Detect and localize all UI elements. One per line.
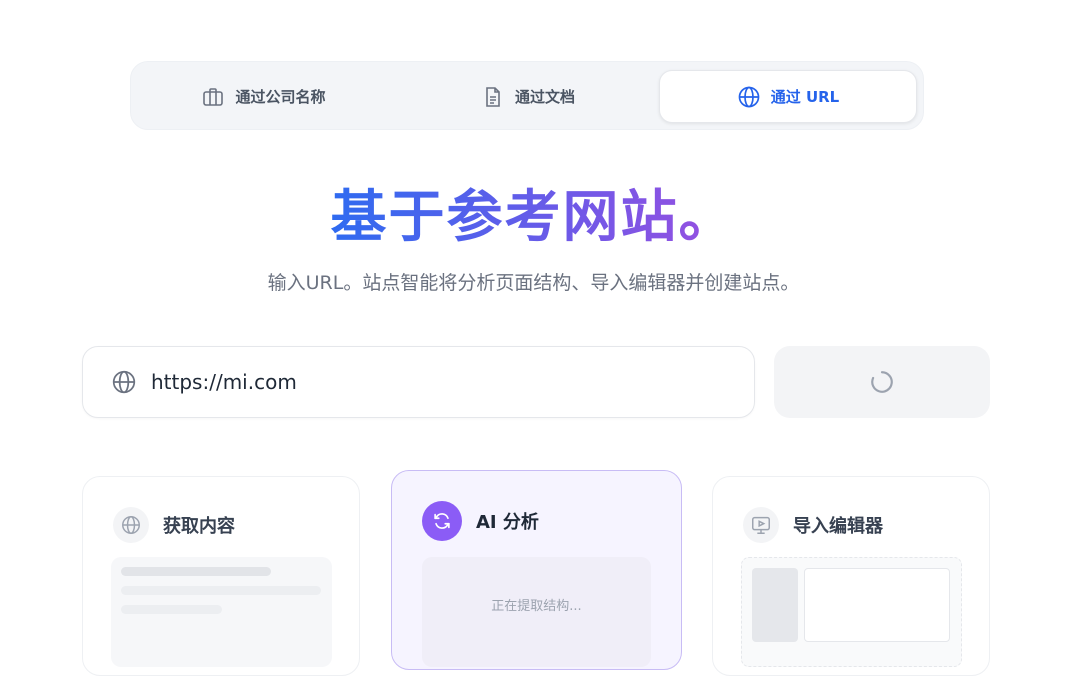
page-title: 基于参考网站。 bbox=[330, 185, 737, 250]
monitor-play-icon bbox=[743, 507, 779, 543]
step-title: AI 分析 bbox=[476, 512, 539, 533]
globe-icon bbox=[738, 86, 760, 107]
step-title: 获取内容 bbox=[163, 516, 235, 537]
fetch-placeholder bbox=[111, 557, 332, 667]
step-card-fetch: 获取内容 bbox=[82, 476, 360, 676]
briefcase-icon bbox=[203, 87, 224, 106]
refresh-icon bbox=[422, 501, 462, 541]
source-tabs: 通过公司名称 通过文档 通过 URL bbox=[130, 61, 924, 130]
analysis-status: 正在提取结构... bbox=[422, 557, 651, 667]
step-card-ai-analysis: AI 分析 正在提取结构... bbox=[391, 470, 682, 670]
tab-label: 通过公司名称 bbox=[235, 88, 326, 106]
tab-document[interactable]: 通过文档 bbox=[396, 70, 660, 123]
step-card-import-editor: 导入编辑器 bbox=[712, 476, 990, 676]
step-title: 导入编辑器 bbox=[793, 516, 883, 537]
globe-icon bbox=[112, 370, 136, 394]
editor-placeholder bbox=[741, 557, 962, 667]
url-input-box[interactable] bbox=[82, 346, 755, 418]
tab-company-name[interactable]: 通过公司名称 bbox=[131, 70, 396, 123]
tab-label: 通过文档 bbox=[514, 88, 575, 106]
url-input[interactable] bbox=[149, 369, 713, 395]
analyze-button[interactable] bbox=[774, 346, 990, 418]
globe-icon bbox=[113, 507, 149, 543]
document-icon bbox=[486, 86, 500, 107]
spinner-icon bbox=[871, 371, 893, 393]
tab-label: 通过 URL bbox=[770, 88, 840, 106]
tab-url[interactable]: 通过 URL bbox=[659, 70, 917, 123]
page-subtitle: 输入URL。站点智能将分析页面结构、导入编辑器并创建站点。 bbox=[267, 272, 800, 294]
